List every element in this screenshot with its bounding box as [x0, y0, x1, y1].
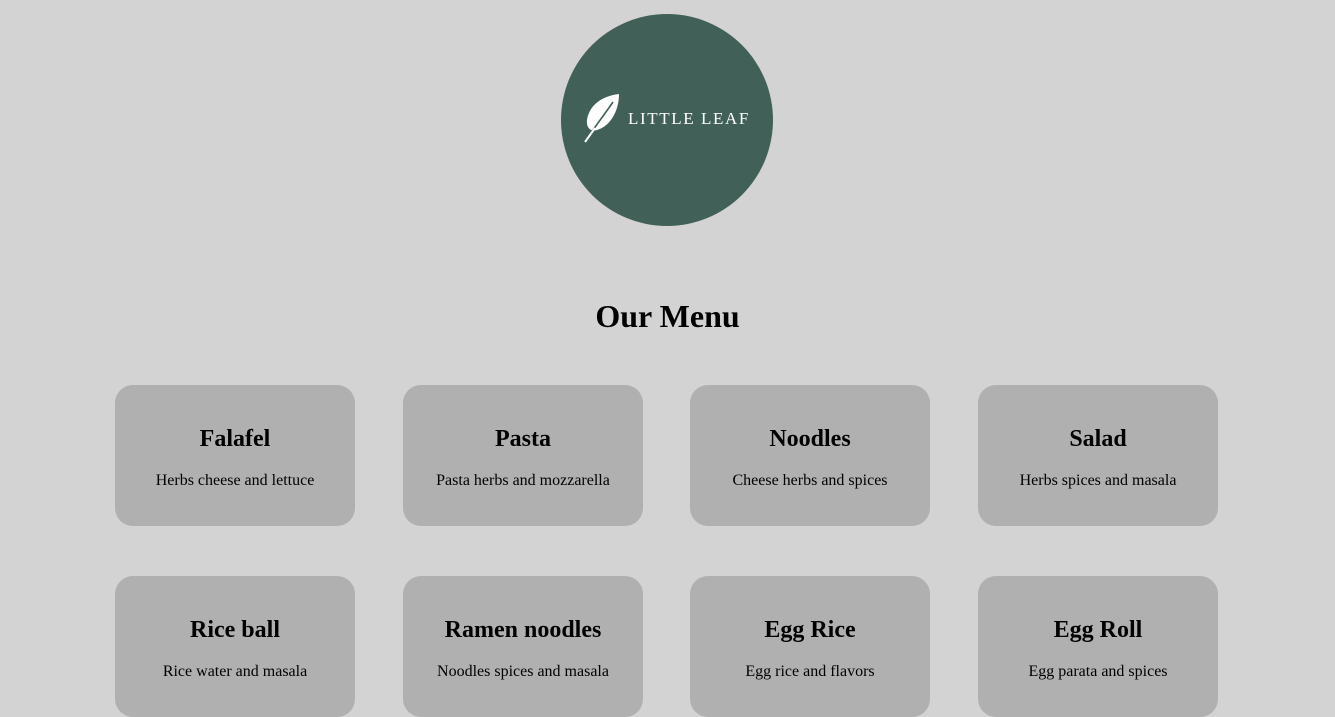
menu-item-description: Herbs cheese and lettuce [155, 472, 315, 489]
menu-item-name: Falafel [199, 426, 271, 452]
menu-item-description: Egg rice and flavors [745, 663, 875, 680]
menu-item-description: Rice water and masala [162, 663, 308, 680]
menu-card-ramen-noodles[interactable]: Ramen noodles Noodles spices and masala [403, 576, 643, 717]
menu-item-name: Noodles [769, 426, 851, 452]
menu-card-falafel[interactable]: Falafel Herbs cheese and lettuce [115, 385, 355, 526]
menu-card-noodles[interactable]: Noodles Cheese herbs and spices [690, 385, 930, 526]
menu-item-name: Ramen noodles [444, 617, 602, 643]
menu-item-name: Salad [1069, 426, 1127, 452]
logo: LITTLE LEAF [561, 14, 773, 226]
menu-item-description: Egg parata and spices [1028, 663, 1168, 680]
logo-circle: LITTLE LEAF [561, 14, 773, 226]
menu-card-egg-rice[interactable]: Egg Rice Egg rice and flavors [690, 576, 930, 717]
menu-item-description: Pasta herbs and mozzarella [436, 472, 610, 489]
menu-item-description: Cheese herbs and spices [732, 472, 888, 489]
menu-item-description: Noodles spices and masala [437, 663, 609, 680]
menu-item-name: Egg Roll [1053, 617, 1143, 643]
menu-item-description: Herbs spices and masala [1019, 472, 1177, 489]
logo-text: LITTLE LEAF [628, 109, 750, 128]
menu-title: Our Menu [595, 298, 740, 334]
menu-item-name: Rice ball [190, 617, 280, 643]
menu-card-rice-ball[interactable]: Rice ball Rice water and masala [115, 576, 355, 717]
leaf-icon [584, 94, 619, 143]
menu-item-name: Pasta [495, 426, 551, 452]
menu-card-egg-roll[interactable]: Egg Roll Egg parata and spices [978, 576, 1218, 717]
menu-card-pasta[interactable]: Pasta Pasta herbs and mozzarella [403, 385, 643, 526]
menu-card-salad[interactable]: Salad Herbs spices and masala [978, 385, 1218, 526]
menu-item-name: Egg Rice [764, 617, 856, 643]
